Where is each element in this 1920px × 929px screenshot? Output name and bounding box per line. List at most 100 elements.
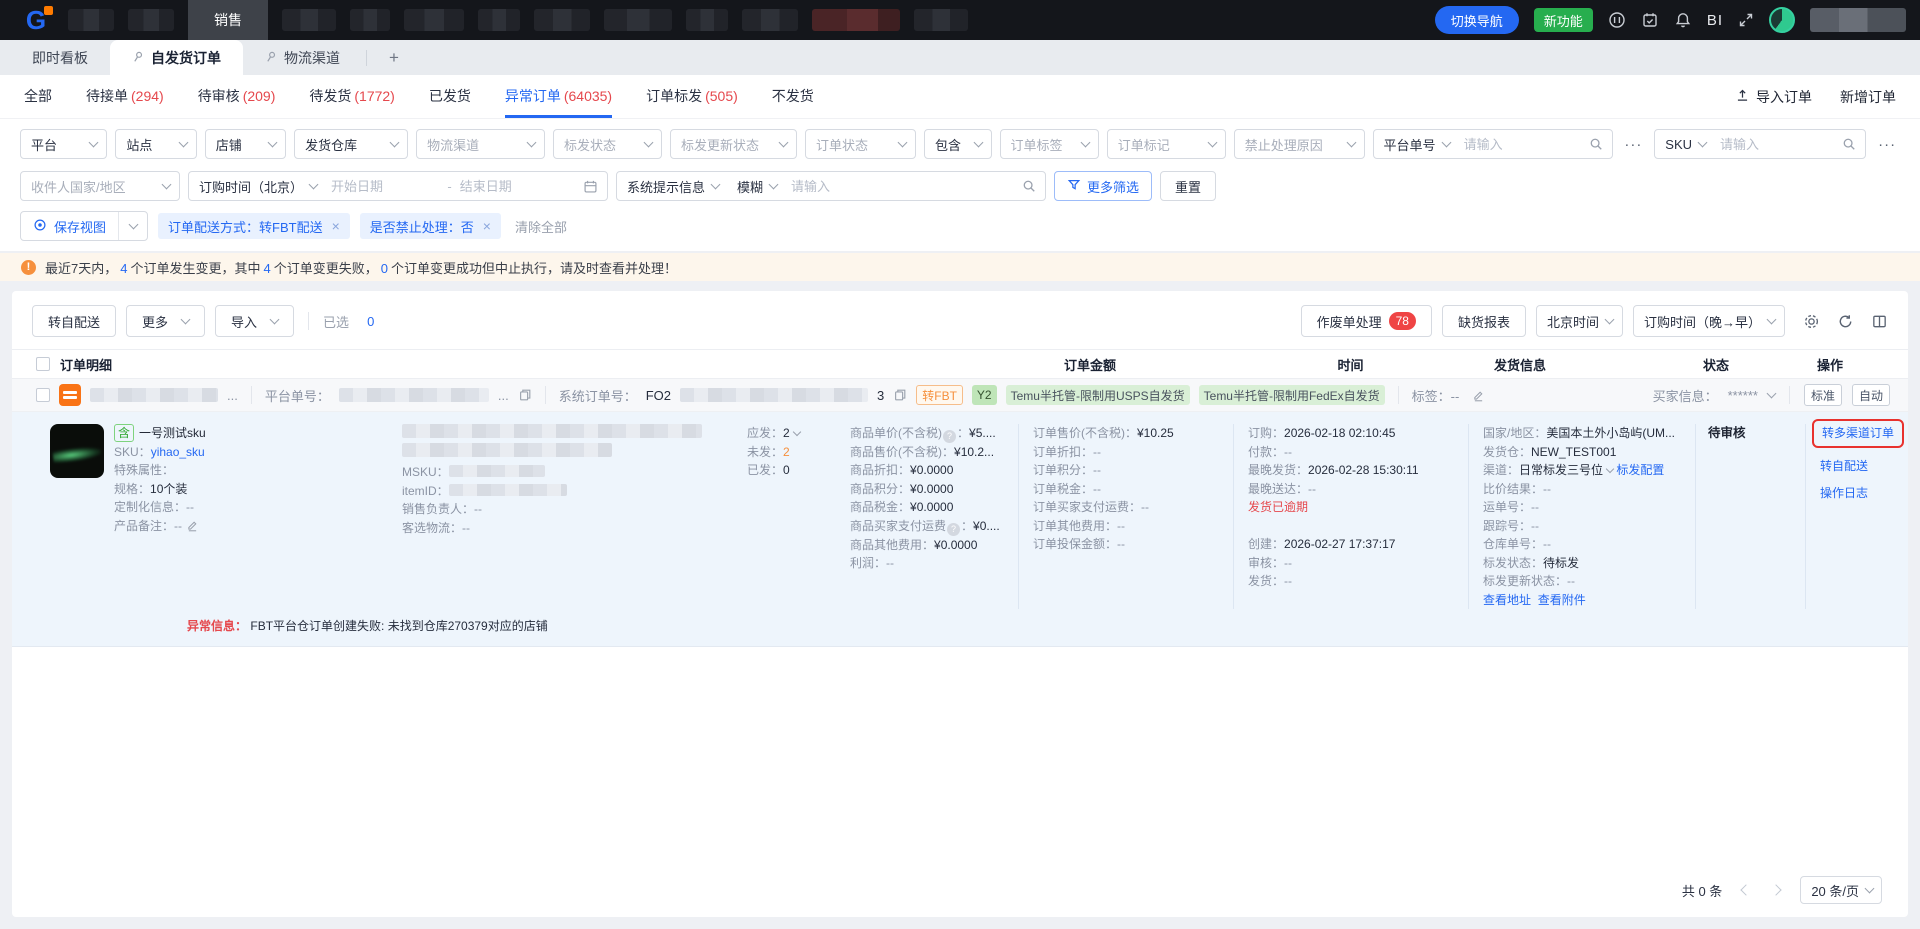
redacted-menu-item[interactable]	[128, 9, 174, 31]
sku-more-button[interactable]: ···	[1874, 129, 1900, 159]
save-view-button[interactable]: 保存视图	[21, 212, 120, 240]
sku-type-select[interactable]: SKU	[1655, 137, 1714, 152]
platform-order-no-more-button[interactable]: ···	[1621, 129, 1647, 159]
standard-mode-button[interactable]: 标准	[1803, 384, 1842, 406]
import-order-button[interactable]: 导入订单	[1735, 87, 1812, 107]
tab-self-ship-orders[interactable]: 自发货订单	[110, 40, 243, 75]
search-icon[interactable]	[1833, 137, 1865, 151]
to-multichannel-order-link[interactable]: 转多渠道订单	[1822, 426, 1894, 440]
new-feature-button[interactable]: 新功能	[1533, 8, 1593, 32]
start-date-input[interactable]	[325, 178, 446, 194]
subtab-order-mark-ship[interactable]: 订单标发 (505)	[646, 75, 738, 118]
filter-label-update-status[interactable]: 标发更新状态	[670, 129, 797, 159]
filter-label-status[interactable]: 标发状态	[552, 129, 663, 159]
to-self-delivery-link[interactable]: 转自配送	[1820, 457, 1868, 476]
save-view-dropdown[interactable]	[119, 212, 147, 240]
redacted-menu-item[interactable]	[404, 9, 464, 31]
create-order-button[interactable]: 新增订单	[1840, 87, 1896, 107]
redacted-menu-item[interactable]	[604, 9, 672, 31]
view-address-link[interactable]: 查看地址	[1483, 593, 1531, 607]
subtab-pending-accept[interactable]: 待接单 (294)	[86, 75, 164, 118]
system-message-select[interactable]: 系统提示信息	[617, 177, 727, 196]
chip-close-icon[interactable]: ×	[332, 219, 340, 233]
view-attachment-link[interactable]: 查看附件	[1538, 593, 1586, 607]
filter-order-mark[interactable]: 订单标记	[1106, 129, 1226, 159]
columns-icon[interactable]	[1871, 313, 1888, 330]
filter-store[interactable]: 店铺	[204, 129, 287, 159]
more-actions-button[interactable]: 更多	[126, 305, 206, 337]
chevron-down-icon[interactable]	[1605, 464, 1615, 474]
calendar-icon[interactable]	[574, 179, 607, 194]
bi-link[interactable]: BI	[1707, 12, 1723, 29]
edit-pencil-icon[interactable]	[1472, 389, 1485, 402]
subtab-pending-review[interactable]: 待审核 (209)	[198, 75, 276, 118]
select-all-checkbox[interactable]	[36, 357, 50, 371]
expand-icon[interactable]	[1738, 12, 1754, 28]
tab-dashboard[interactable]: 即时看板	[10, 40, 110, 75]
timezone-select[interactable]: 北京时间	[1535, 305, 1623, 337]
search-icon[interactable]	[1580, 137, 1612, 151]
subtab-pending-ship[interactable]: 待发货 (1772)	[309, 75, 394, 118]
sku-link[interactable]: yihao_sku	[151, 445, 205, 459]
more-filters-button[interactable]: 更多筛选	[1054, 171, 1153, 201]
search-icon[interactable]	[1013, 179, 1045, 193]
switch-nav-button[interactable]: 切换导航	[1434, 6, 1519, 34]
page-size-select[interactable]: 20 条/页	[1800, 876, 1882, 904]
redacted-username[interactable]	[1810, 8, 1906, 32]
bell-icon[interactable]	[1674, 11, 1692, 29]
subtab-all[interactable]: 全部	[24, 75, 52, 118]
sku-input[interactable]	[1714, 136, 1834, 152]
chip-close-icon[interactable]: ×	[483, 219, 491, 233]
filter-order-tag[interactable]: 订单标签	[999, 129, 1099, 159]
redacted-menu-item[interactable]	[914, 9, 968, 31]
subtab-shipped[interactable]: 已发货	[429, 75, 471, 118]
edit-pencil-icon[interactable]	[186, 519, 199, 532]
date-type-select[interactable]: 订购时间（北京）	[189, 177, 325, 196]
order-checkbox[interactable]	[36, 388, 50, 402]
avatar[interactable]	[1769, 7, 1795, 33]
clear-all-filters[interactable]: 清除全部	[515, 217, 567, 236]
product-image[interactable]	[50, 424, 104, 478]
filter-recipient-country[interactable]: 收件人国家/地区	[20, 171, 180, 201]
to-self-delivery-button[interactable]: 转自配送	[32, 305, 117, 337]
redacted-menu-item[interactable]	[282, 9, 336, 31]
filter-logistics-channel[interactable]: 物流渠道	[416, 129, 545, 159]
filter-platform[interactable]: 平台	[20, 129, 108, 159]
sort-select[interactable]: 订购时间（晚→早）	[1632, 305, 1785, 337]
add-tab-button[interactable]: +	[371, 40, 417, 75]
next-page-button[interactable]	[1770, 884, 1782, 896]
calendar-check-icon[interactable]	[1641, 11, 1659, 29]
import-button[interactable]: 导入	[215, 305, 295, 337]
chevron-down-icon[interactable]	[1766, 388, 1777, 399]
reset-button[interactable]: 重置	[1160, 171, 1217, 201]
auto-mode-button[interactable]: 自动	[1851, 384, 1890, 406]
menu-item-sales[interactable]: 销售	[188, 0, 268, 40]
platform-order-no-input[interactable]	[1457, 136, 1580, 152]
filter-warehouse[interactable]: 发货仓库	[294, 129, 409, 159]
filter-forbid-reason[interactable]: 禁止处理原因	[1233, 129, 1365, 159]
settings-gear-icon[interactable]	[1803, 313, 1820, 330]
question-circle-icon[interactable]: ?	[943, 429, 956, 443]
subtab-no-ship[interactable]: 不发货	[772, 75, 814, 118]
chevron-down-icon[interactable]	[792, 427, 801, 437]
system-message-input[interactable]	[785, 178, 1013, 194]
redacted-menu-item[interactable]	[812, 9, 900, 31]
filter-site[interactable]: 站点	[115, 129, 197, 159]
prev-page-button[interactable]	[1740, 884, 1752, 896]
redacted-menu-item[interactable]	[478, 9, 520, 31]
copy-icon[interactable]	[518, 388, 532, 402]
refresh-icon[interactable]	[1837, 313, 1854, 330]
support-icon[interactable]	[1608, 11, 1626, 29]
redacted-menu-item[interactable]	[686, 9, 728, 31]
end-date-input[interactable]	[453, 178, 575, 194]
app-logo[interactable]: G	[18, 5, 54, 35]
question-circle-icon[interactable]: ?	[947, 522, 961, 536]
platform-order-no-type-select[interactable]: 平台单号	[1374, 135, 1458, 154]
redacted-menu-item[interactable]	[742, 9, 798, 31]
redacted-menu-item[interactable]	[534, 9, 590, 31]
filter-order-status[interactable]: 订单状态	[804, 129, 916, 159]
tab-logistics-channel[interactable]: 物流渠道	[243, 40, 362, 75]
subtab-abnormal-orders[interactable]: 异常订单 (64035)	[504, 75, 613, 118]
oos-report-button[interactable]: 缺货报表	[1441, 305, 1526, 337]
redacted-menu-item[interactable]	[68, 9, 114, 31]
